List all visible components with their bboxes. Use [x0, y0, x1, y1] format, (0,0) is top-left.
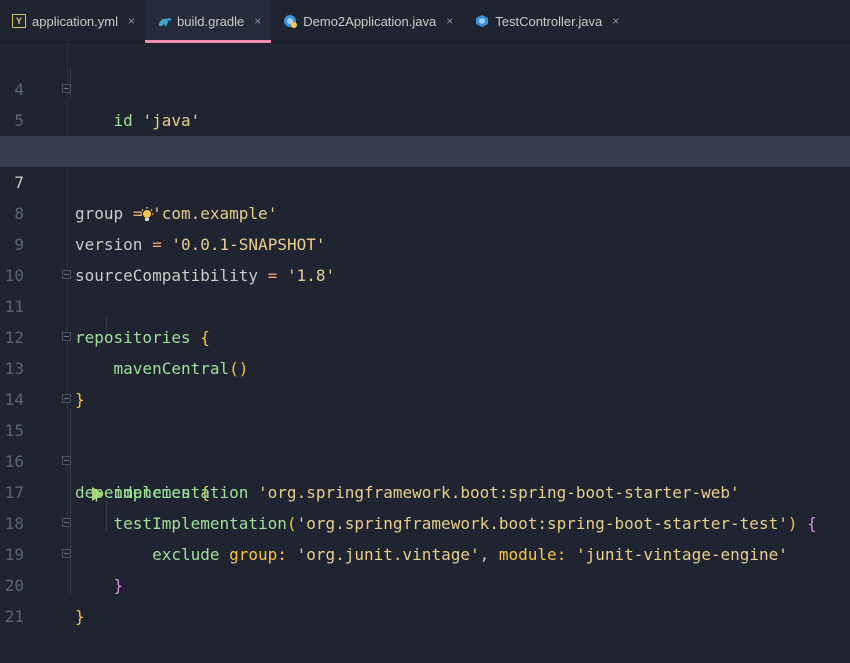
code-line[interactable]: 21 [0, 570, 850, 626]
code-line[interactable]: 15 dependencies { [0, 384, 850, 502]
yaml-file-icon: Y [12, 14, 26, 28]
fold-toggle-icon[interactable] [62, 394, 71, 403]
tab-label: TestController.java [495, 13, 603, 29]
fold-toggle-icon[interactable] [62, 518, 71, 527]
brace: } [75, 607, 85, 626]
close-icon[interactable]: × [612, 14, 619, 28]
tab-demo2application-java[interactable]: Demo2Application.java × [271, 0, 463, 42]
code-line[interactable]: 4 id 'java' [0, 43, 850, 130]
code-line[interactable]: 8 version = '0.0.1-SNAPSHOT' [0, 167, 850, 254]
code-line[interactable]: 9 sourceCompatibility = '1.8' [0, 198, 850, 285]
gradle-icon [157, 14, 172, 28]
code-line[interactable]: 12 mavenCentral() [0, 291, 850, 378]
code-line[interactable]: 17 testImplementation('org.springframewo… [0, 446, 850, 533]
code-editor[interactable]: 4 id 'java' 5 } 6 7 group = 'com.example… [0, 43, 850, 626]
line-number: 21 [4, 607, 24, 626]
code-line[interactable]: 5 } [0, 74, 850, 161]
fold-toggle-icon[interactable] [62, 456, 71, 465]
code-line[interactable]: 20 } [0, 539, 850, 626]
fold-toggle-icon[interactable] [62, 84, 71, 93]
code-line[interactable]: 6 [0, 105, 850, 221]
fold-toggle-icon[interactable] [62, 549, 71, 558]
tab-label: application.yml [32, 13, 118, 29]
code-line[interactable]: 13 } [0, 322, 850, 409]
code-line[interactable]: 16 implementation 'org.springframework.b… [0, 415, 850, 502]
tab-testcontroller-java[interactable]: TestController.java × [463, 0, 629, 42]
java-class-icon [283, 14, 298, 28]
fold-toggle-icon[interactable] [62, 332, 71, 341]
java-class-icon [475, 14, 489, 28]
close-icon[interactable]: × [254, 14, 261, 28]
editor-tab-bar: Y application.yml × build.gradle × Demo2… [0, 0, 850, 43]
close-icon[interactable]: × [446, 14, 453, 28]
close-icon[interactable]: × [128, 14, 135, 28]
code-line-current[interactable]: 7 group = 'com.example' [0, 136, 850, 223]
code-line[interactable]: 14 [0, 353, 850, 409]
code-line[interactable]: 11 repositories { [0, 260, 850, 347]
tab-label: Demo2Application.java [303, 13, 437, 29]
code-line[interactable]: 18 exclude group: 'org.junit.vintage', m… [0, 477, 850, 564]
fold-toggle-icon[interactable] [62, 270, 71, 279]
tab-build-gradle[interactable]: build.gradle × [145, 0, 272, 43]
tab-label: build.gradle [177, 13, 245, 29]
code-line[interactable]: 10 [0, 229, 850, 285]
code-line[interactable]: 19 } [0, 508, 850, 595]
tab-application-yml[interactable]: Y application.yml × [0, 0, 145, 42]
